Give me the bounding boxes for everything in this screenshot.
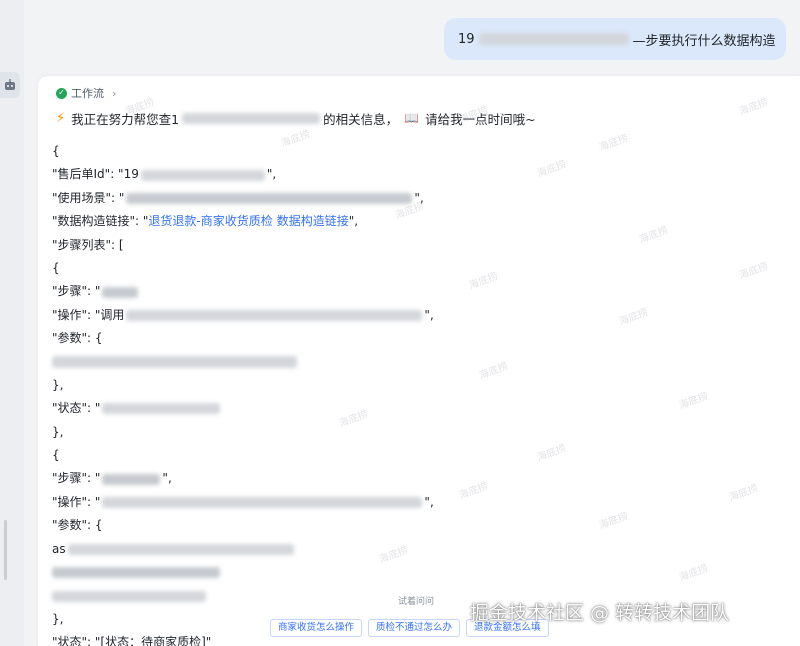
json-step2-params: "参数": { bbox=[52, 518, 103, 533]
json-step1-params-close: }, bbox=[52, 377, 64, 392]
trailing-comma: ", bbox=[162, 471, 172, 486]
json-step1-params: "参数": { bbox=[52, 331, 103, 346]
op-key: "操作": "调用 bbox=[52, 307, 125, 322]
trailing-comma: ", bbox=[424, 307, 434, 322]
trailing-comma: ", bbox=[348, 214, 359, 229]
scroll-handle[interactable] bbox=[4, 520, 7, 580]
json-result: { "售后单Id": "19 ", "使用场景": " ", "数据构造链接":… bbox=[52, 140, 612, 646]
redacted-value bbox=[52, 567, 220, 579]
redacted-id bbox=[182, 112, 321, 124]
trailing-comma: ", bbox=[266, 167, 277, 182]
json-open-brace: { bbox=[52, 144, 60, 158]
assistant-response-card: ✓ 工作流 › ⚡ 我正在努力帮您查1 的相关信息， 📖 请给我一点时间哦~ {… bbox=[38, 76, 800, 646]
link-refund-inspection[interactable]: 退货退款-商家收货质检 bbox=[148, 210, 272, 233]
redacted-value bbox=[126, 309, 423, 321]
user-message-bubble: 19 —步要执行什么数据构造 bbox=[444, 18, 786, 60]
watermark: 海底捞 bbox=[727, 483, 760, 504]
link-key: "数据构造链接": " bbox=[52, 214, 149, 229]
chevron-right-icon: › bbox=[112, 86, 117, 100]
watermark: 海底捞 bbox=[637, 225, 670, 246]
json-order-id-line: "售后单Id": "19 ", bbox=[52, 163, 612, 186]
json-step2-param-a: as bbox=[52, 538, 612, 561]
json-step2-open: { bbox=[52, 448, 60, 463]
assistant-avatar bbox=[0, 72, 20, 98]
user-message-suffix: —步要执行什么数据构造 bbox=[632, 33, 776, 49]
json-step1-close: }, bbox=[52, 424, 64, 439]
redacted-value bbox=[52, 590, 206, 602]
suggestion-button[interactable]: 质检不通过怎么办 bbox=[368, 619, 461, 637]
watermark: 海底捞 bbox=[617, 307, 650, 328]
workflow-label: 工作流 bbox=[71, 87, 104, 100]
link-data-construct[interactable]: 数据构造链接 bbox=[277, 210, 349, 233]
status-key: "状态": " bbox=[52, 401, 101, 416]
book-icon: 📖 bbox=[404, 111, 420, 125]
redacted-value bbox=[102, 497, 423, 509]
json-step1-param-value bbox=[52, 351, 612, 374]
redacted-value bbox=[52, 356, 297, 369]
json-link-line: "数据构造链接": " 退货退款-商家收货质检 数据构造链接 ", bbox=[52, 210, 612, 233]
status-message: ⚡ 我正在努力帮您查1 的相关信息， 📖 请给我一点时间哦~ bbox=[56, 108, 536, 128]
redacted-order-id bbox=[478, 33, 629, 45]
json-step1-op: "操作": "调用 ", bbox=[52, 304, 612, 327]
redacted-value bbox=[102, 286, 139, 298]
check-circle-icon: ✓ bbox=[56, 87, 67, 99]
param-prefix: as bbox=[52, 541, 66, 556]
watermark: 海底捞 bbox=[737, 97, 770, 118]
watermark: 海底捞 bbox=[677, 563, 710, 584]
op-key: "操作": " bbox=[52, 494, 101, 509]
order-id-key: "售后单Id": "19 bbox=[52, 167, 139, 182]
json-step1-status: "状态": " bbox=[52, 397, 612, 420]
scene-key: "使用场景": " bbox=[52, 190, 125, 205]
json-scene-line: "使用场景": " ", bbox=[52, 187, 612, 210]
json-steps-line: "步骤列表": [ bbox=[52, 237, 124, 252]
json-step1-open: { bbox=[52, 260, 60, 275]
step-key: "步骤": " bbox=[52, 471, 101, 486]
status-prefix: 我正在努力帮您查1 bbox=[71, 111, 180, 127]
watermark: 海底捞 bbox=[677, 391, 710, 412]
json-step2-param-b bbox=[52, 561, 612, 584]
status-tail: 请给我一点时间哦~ bbox=[425, 111, 536, 127]
redacted-value bbox=[67, 543, 294, 555]
watermark: 海底捞 bbox=[737, 261, 770, 282]
json-step1-name: "步骤": " bbox=[52, 280, 612, 303]
redacted-value bbox=[102, 403, 221, 415]
lightning-icon: ⚡ bbox=[56, 110, 66, 126]
redacted-value bbox=[102, 473, 161, 485]
suggestion-button[interactable]: 商家收货怎么操作 bbox=[270, 619, 363, 637]
json-step2-name: "步骤": " ", bbox=[52, 467, 612, 490]
redacted-value bbox=[126, 192, 413, 204]
json-step2-op: "操作": " ", bbox=[52, 491, 612, 514]
workflow-toggle[interactable]: ✓ 工作流 › bbox=[56, 84, 116, 102]
user-message-prefix: 19 bbox=[458, 31, 475, 47]
step-key: "步骤": " bbox=[52, 284, 101, 299]
trailing-comma: ", bbox=[424, 494, 434, 509]
suggestions-title: 试着问问 bbox=[398, 597, 435, 607]
left-sidebar-strip bbox=[0, 0, 24, 646]
bot-icon bbox=[5, 79, 15, 90]
trailing-comma: ", bbox=[414, 190, 424, 205]
redacted-value bbox=[140, 169, 265, 181]
brand-watermark: 掘金技术社区 @ 转转技术团队 bbox=[470, 602, 730, 624]
status-middle: 的相关信息， bbox=[323, 111, 399, 127]
